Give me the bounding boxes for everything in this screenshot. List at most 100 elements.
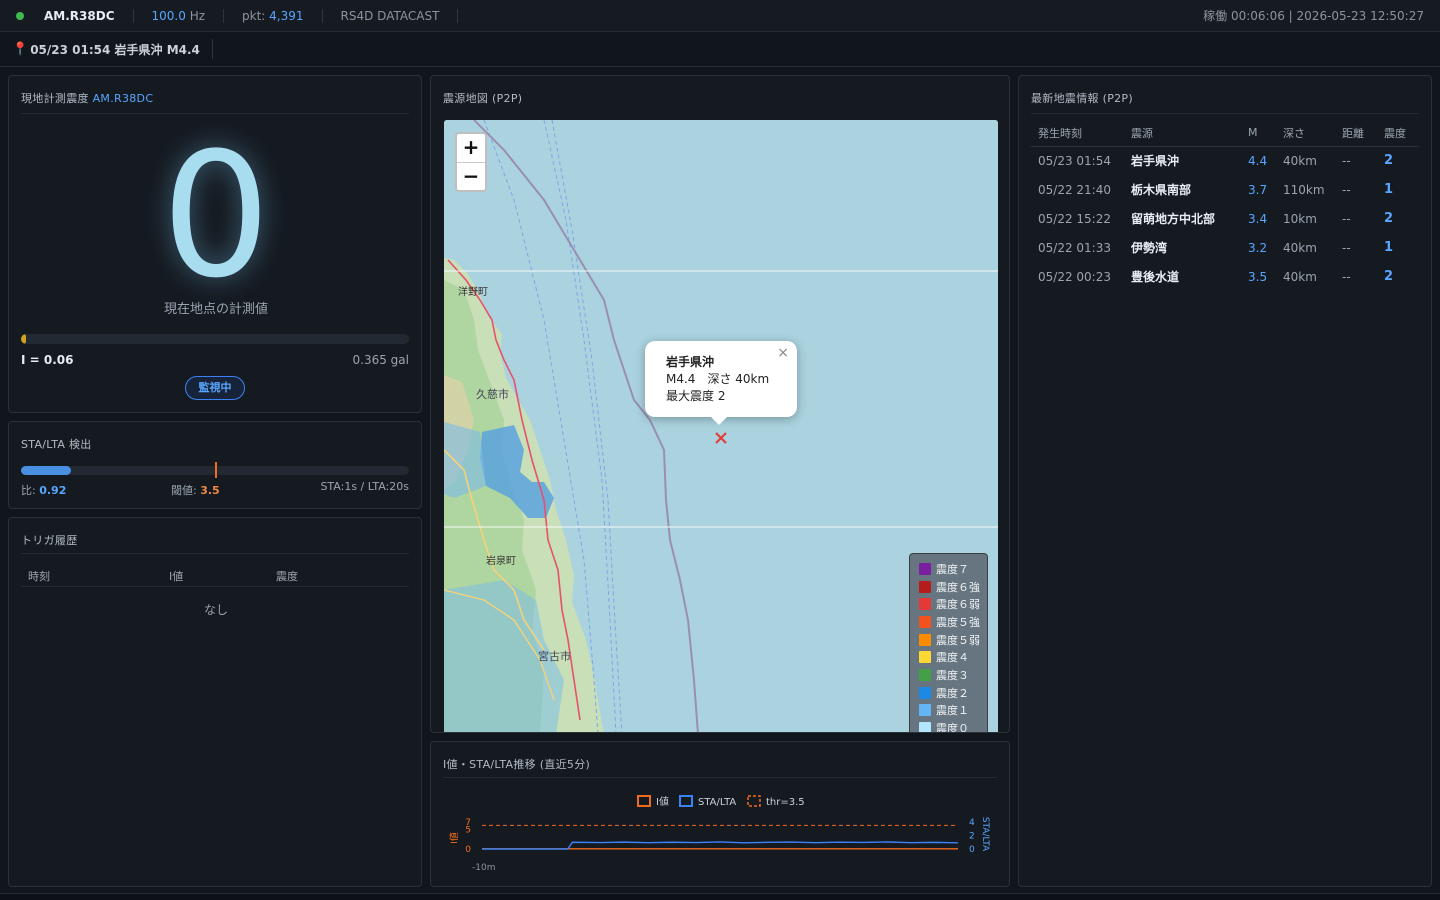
- legend-item: 震度７: [919, 560, 987, 578]
- panel-title: STA/LTA 検出: [21, 438, 92, 451]
- cell-region: 留萌地方中北部: [1131, 212, 1216, 226]
- column-header-magnitude: M: [1241, 120, 1276, 147]
- cell-depth: 40km: [1283, 240, 1317, 255]
- legend-item: 震度１: [919, 702, 987, 720]
- cell-mag: 3.2: [1248, 240, 1268, 255]
- legend-label: 震度０: [936, 722, 969, 733]
- y-left-axis-label: I値: [448, 832, 460, 844]
- sta-lta-bar-fill: [21, 466, 72, 475]
- cell-shindo: 1: [1384, 240, 1394, 255]
- divider: [21, 113, 409, 114]
- popup-max-shindo: 最大震度 2: [666, 389, 726, 403]
- panel-title: 震源地図 (P2P): [443, 92, 523, 105]
- y-right-axis-label: STA/LTA: [980, 817, 990, 852]
- zoom-in-button[interactable]: +: [457, 134, 485, 162]
- legend-label: 震度２: [936, 686, 969, 700]
- legend-swatch: [919, 722, 931, 732]
- epicenter-popup: × 岩手県沖 M4.4 深さ 40km 最大震度 2: [645, 341, 797, 425]
- cell-time: 05/22 00:23: [1038, 269, 1111, 284]
- column-header-shindo: 震度: [1377, 120, 1419, 147]
- sample-rate-unit: Hz: [189, 8, 206, 23]
- top-status-bar: AM.R38DC 100.0 Hz pkt: 4,391 RS4D DATACA…: [0, 0, 1440, 32]
- cell-dist: --: [1342, 240, 1351, 255]
- column-header-distance: 距離: [1335, 120, 1377, 147]
- cell-time: 05/22 21:40: [1038, 182, 1111, 197]
- pin-icon: 📍: [12, 41, 29, 57]
- packet-count-label: pkt:: [242, 8, 266, 23]
- y-left-tick-label: 5: [465, 826, 471, 836]
- trend-chart-panel: I値・STA/LTA推移 (直近5分) I値 STA/LTA thr=3.5 I…: [430, 741, 1010, 887]
- quake-table: 発生時刻 震源 M 深さ 距離 震度 05/23 01:54 岩手県沖 4.4 40k…: [1031, 120, 1419, 291]
- table-row[interactable]: 05/22 00:23 豊後水道 3.5 40km -- 2: [1031, 262, 1419, 291]
- legend-label: 震度７: [936, 562, 969, 576]
- y-left-tick-label: 0: [465, 845, 471, 855]
- legend-swatch: [919, 704, 931, 717]
- x-tick-label: -10m: [472, 863, 495, 873]
- panel-title-station: AM.R38DC: [92, 92, 154, 105]
- legend-label: STA/LTA: [698, 797, 736, 808]
- place-label: 岩泉町: [486, 554, 516, 567]
- i-value: I = 0.06: [21, 353, 74, 367]
- table-row[interactable]: 05/23 01:54 岩手県沖 4.4 40km -- 2: [1031, 146, 1419, 175]
- legend-swatch-thr: [747, 795, 761, 807]
- threshold-readout: 閾値: 3.5: [171, 482, 220, 498]
- data-source: RS4D DATACAST: [341, 8, 459, 23]
- cell-region: 栃木県南部: [1131, 183, 1192, 197]
- connection-status-dot: [16, 11, 24, 20]
- table-row[interactable]: 05/22 21:40 栃木県南部 3.7 110km -- 1: [1031, 175, 1419, 204]
- legend-item: 震度５強: [919, 613, 987, 631]
- packet-count-value: 4,391: [269, 8, 304, 23]
- panel-title: I値・STA/LTA推移 (直近5分): [443, 758, 591, 771]
- sample-rate: 100.0 Hz: [152, 8, 225, 23]
- column-header-i-value: I値: [169, 570, 184, 583]
- legend-item: 震度４: [919, 648, 987, 666]
- latest-event-chip[interactable]: 📍 05/23 01:54 岩手県沖 M4.4: [12, 39, 213, 59]
- table-row[interactable]: 05/22 01:33 伊勢湾 3.2 40km -- 1: [1031, 233, 1419, 262]
- threshold-label: 閾値:: [171, 484, 197, 497]
- cell-time: 05/22 01:33: [1038, 240, 1111, 255]
- cell-region: 岩手県沖: [1131, 154, 1180, 169]
- window-setting: STA:1s / LTA:20s: [320, 480, 409, 493]
- cell-shindo: 2: [1384, 269, 1394, 284]
- chart-plot-area: 750420-10m: [465, 818, 975, 873]
- cell-shindo: 2: [1384, 211, 1394, 226]
- threshold-value: 3.5: [200, 484, 220, 497]
- intensity-bar-fill: [21, 334, 26, 344]
- uptime-clock: 稼働 00:06:06 | 2026-05-23 12:50:27: [1203, 9, 1424, 23]
- cell-region: 豊後水道: [1131, 270, 1180, 284]
- legend-item: 震度６弱: [919, 595, 987, 613]
- legend-label: 震度３: [936, 668, 969, 682]
- popup-magnitude-depth: M4.4 深さ 40km: [666, 372, 770, 386]
- column-header-shindo: 震度: [276, 570, 298, 583]
- popup-close-button[interactable]: ×: [777, 345, 789, 362]
- latest-event-text: 05/23 01:54 岩手県沖 M4.4: [30, 42, 200, 57]
- divider: [1031, 113, 1419, 114]
- local-intensity-panel: 現地計測震度 AM.R38DC 0 現在地点の計測値 I = 0.06 0.36…: [8, 75, 422, 413]
- shindo-legend: 震度７ 震度６強 震度６弱 震度５強 震度５弱 震度４ 震度３ 震度２ 震度１ 震度０: [909, 553, 988, 733]
- cell-mag: 3.5: [1248, 269, 1268, 284]
- ratio-label: 比:: [21, 484, 36, 497]
- station-code: AM.R38DC: [44, 8, 134, 23]
- legend-swatch: [919, 651, 931, 664]
- cell-depth: 40km: [1283, 269, 1317, 284]
- cell-mag: 3.4: [1248, 211, 1268, 226]
- shindo-1-area: [444, 422, 486, 498]
- latest-quake-panel: 最新地震情報 (P2P) 発生時刻 震源 M 深さ 距離 震度 05/23 01…: [1018, 75, 1432, 887]
- map[interactable]: 洋野町 久慈市 岩泉町 宮古市 + − × 岩手県沖 M4.4 深さ 40km …: [444, 120, 998, 733]
- epicenter-map-panel: 震源地図 (P2P) 洋野町 久慈市 岩泉町 宮古市 + − × 岩手県沖 M4…: [430, 75, 1010, 733]
- divider: [21, 553, 409, 554]
- packet-count: pkt: 4,391: [242, 8, 323, 23]
- latest-event-bar: 📍 05/23 01:54 岩手県沖 M4.4: [0, 32, 1440, 67]
- table-header-row: 発生時刻 震源 M 深さ 距離 震度: [1031, 120, 1419, 147]
- divider: [21, 586, 409, 587]
- table-row[interactable]: 05/22 15:22 留萌地方中北部 3.4 10km -- 2: [1031, 204, 1419, 233]
- panel-title: 最新地震情報 (P2P): [1031, 92, 1133, 105]
- legend-item: 震度６強: [919, 578, 987, 596]
- cell-depth: 10km: [1283, 211, 1317, 226]
- trend-chart: I値 STA/LTA thr=3.5 I値 STA/LTA 750420-10m: [448, 795, 990, 873]
- legend-swatch: [919, 633, 931, 646]
- cell-dist: --: [1342, 153, 1351, 168]
- y-right-tick-label: 2: [969, 832, 975, 842]
- gal-value: 0.365 gal: [352, 353, 409, 367]
- zoom-out-button[interactable]: −: [457, 162, 485, 190]
